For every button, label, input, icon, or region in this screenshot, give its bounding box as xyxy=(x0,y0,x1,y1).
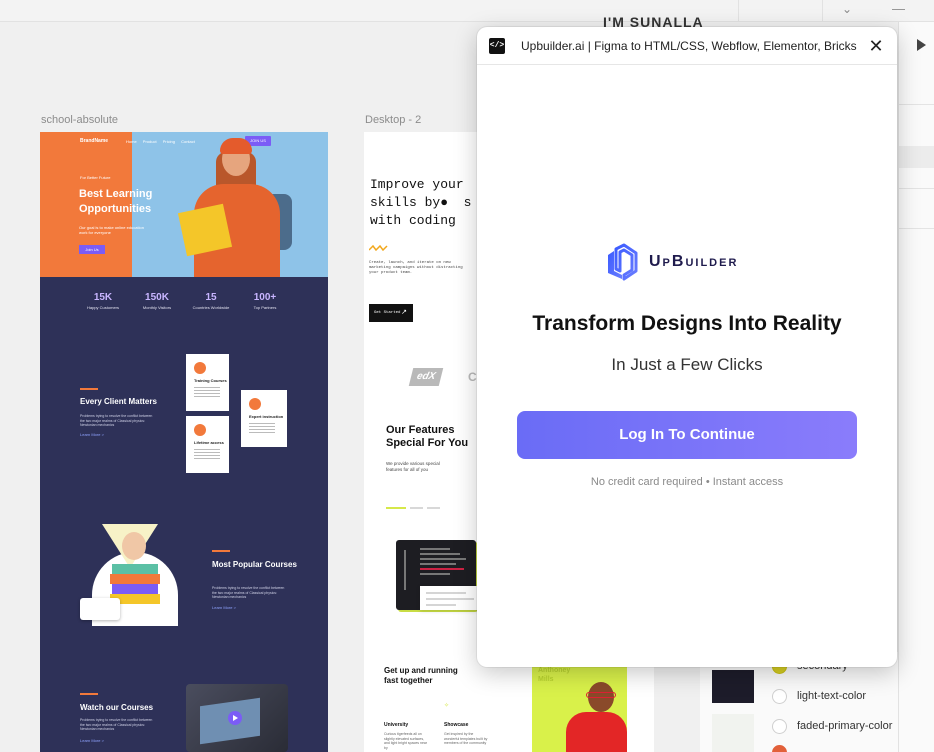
properties-panel[interactable] xyxy=(898,22,934,752)
plugin-window-title: Upbuilder.ai | Figma to HTML/CSS, Webflo… xyxy=(521,39,857,53)
hero-title: Best Learning Opportunities xyxy=(79,188,153,215)
squiggle-decoration xyxy=(369,245,388,251)
section-title-watch: Watch our Courses xyxy=(80,703,154,712)
toolbar-divider xyxy=(738,0,739,22)
frame-label-desktop-2[interactable]: Desktop - 2 xyxy=(365,114,421,126)
upbuilder-wordmark: UpBuilder xyxy=(649,253,739,270)
color-style-faded-primary[interactable]: faded-primary-color xyxy=(772,718,892,734)
stat-item: 100+ Top Partners xyxy=(253,292,277,310)
section-rule xyxy=(80,693,98,695)
hero-subtitle: Our goal is to make online education wor… xyxy=(79,225,144,235)
feature-card-expert: Expert instruction xyxy=(241,390,287,447)
features-text: We provide various special features for … xyxy=(386,461,440,472)
card-icon xyxy=(194,362,206,374)
university-title: University xyxy=(384,722,409,728)
color-style-orange[interactable] xyxy=(772,744,797,752)
learn-more-link: Learn More > xyxy=(80,738,104,743)
student-photo xyxy=(177,138,292,277)
plugin-headline: Transform Designs Into Reality xyxy=(532,312,842,335)
upbuilder-plugin-window: </> Upbuilder.ai | Figma to HTML/CSS, We… xyxy=(477,27,897,667)
course-video-thumbnail xyxy=(186,684,288,752)
minimize-icon[interactable]: — xyxy=(892,1,905,16)
chevron-down-icon[interactable]: ⌄ xyxy=(842,2,852,16)
plugin-subheadline: In Just a Few Clicks xyxy=(611,355,763,374)
color-swatch xyxy=(772,744,787,752)
play-icon xyxy=(228,711,242,725)
person-name: Anthoney Mills xyxy=(538,667,571,683)
plugin-fineprint: No credit card required • Instant access xyxy=(590,476,784,488)
nav-item: Product xyxy=(142,139,157,144)
log-in-button[interactable]: Log In To Continue xyxy=(517,411,857,459)
learn-more-link: Learn More > xyxy=(80,432,104,437)
showcase-title: Showcase xyxy=(444,722,469,728)
sparkle-icon: ✧ xyxy=(444,703,450,709)
learn-more-link: Learn More > xyxy=(212,605,236,610)
getup-title: Get up and running fast together xyxy=(384,666,458,685)
frame-label-school-absolute[interactable]: school-absolute xyxy=(41,114,118,126)
section-title-most-popular: Most Popular Courses xyxy=(212,560,297,569)
stat-item: 15K Happy Customers xyxy=(86,292,119,310)
brand-logo: BrandName xyxy=(80,138,109,144)
plugin-header: </> Upbuilder.ai | Figma to HTML/CSS, We… xyxy=(477,27,897,65)
style-thumbnail xyxy=(712,714,754,752)
code-icon: </> xyxy=(489,38,505,54)
arrow-icon: ↗ xyxy=(401,309,407,317)
section-text: Problems trying to resolve the conflict … xyxy=(212,586,285,599)
upbuilder-logo-icon xyxy=(608,243,638,281)
nav-item: Home xyxy=(126,139,137,144)
top-toolbar: I'M SUNALLA ⌄ — xyxy=(0,0,934,30)
color-style-light-text[interactable]: light-text-color xyxy=(772,688,866,704)
feature-card-lifetime: Lifetime access xyxy=(186,416,229,473)
stats-row: 15K Happy Customers 150K Monthly Visitor… xyxy=(40,292,328,322)
child-with-books-image xyxy=(80,524,178,626)
stat-item: 150K Monthly Visitors xyxy=(142,292,172,310)
color-swatch xyxy=(772,718,787,734)
play-icon[interactable] xyxy=(917,39,926,51)
section-text: Problems trying to resolve the conflict … xyxy=(80,718,153,731)
showcase-text: Get inspired by the wonderful templates … xyxy=(444,732,488,745)
partner-logo: C xyxy=(468,370,477,384)
university-text: Curious tigerfeeds all on slightly eleva… xyxy=(384,732,427,750)
hero-cta-button: Join Us xyxy=(79,245,105,254)
close-icon[interactable]: ✕ xyxy=(866,36,886,56)
hero-pretitle: For Better Future xyxy=(80,175,111,180)
features-title: Our Features Special For You xyxy=(386,424,469,449)
edx-logo: edX xyxy=(408,368,444,386)
card-icon xyxy=(249,398,261,410)
nav-item: Pricing xyxy=(162,139,175,144)
hero-section: BrandName Home Product Pricing Contact L… xyxy=(40,132,328,277)
section-title-every-client: Every Client Matters xyxy=(80,397,157,406)
code-card xyxy=(420,586,482,610)
slider-indicator xyxy=(386,496,444,514)
desktop2-hero-subtitle: Create, launch, and iterate on new marke… xyxy=(369,261,463,275)
get-started-button: Get Started ↗ xyxy=(369,304,413,322)
color-swatch xyxy=(772,688,787,704)
section-rule xyxy=(212,550,230,552)
upbuilder-logo: UpBuilder xyxy=(602,243,777,283)
person-photo-card: Anthoney Mills xyxy=(532,660,627,752)
feature-card-training: Training Courses xyxy=(186,354,229,411)
stat-item: 15 Countries Worldwide xyxy=(192,292,230,310)
toolbar-divider xyxy=(822,0,823,22)
section-rule xyxy=(80,388,98,390)
frame-school-absolute[interactable]: BrandName Home Product Pricing Contact L… xyxy=(40,132,328,752)
card-icon xyxy=(194,424,206,436)
style-thumbnail xyxy=(712,670,754,703)
section-text: Problems trying to resolve the conflict … xyxy=(80,414,153,427)
